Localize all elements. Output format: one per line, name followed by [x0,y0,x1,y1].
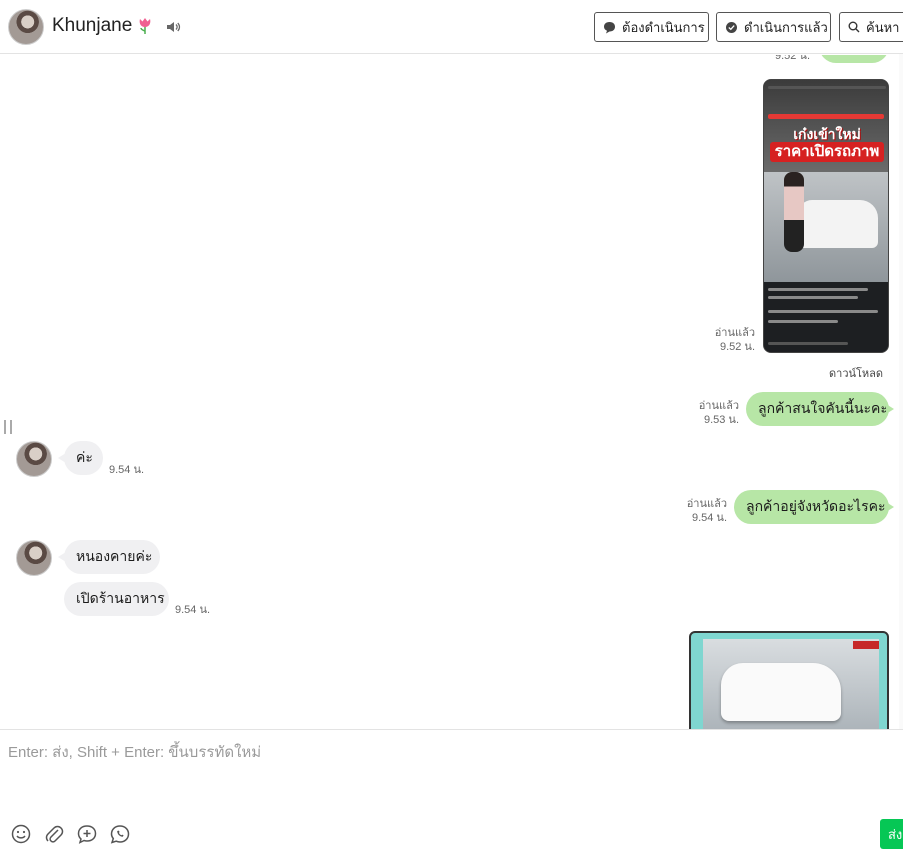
emoji-icon[interactable] [10,823,32,845]
phone-chat-icon[interactable] [109,823,131,845]
image-status-bar [768,86,886,89]
image-message[interactable]: เก๋งเข้าใหม่ ราคาเปิดรถภาพ [763,79,889,353]
attachment-icon[interactable] [43,823,65,845]
message-text: ลูกค้าอยู่จังหวัดอะไรคะ [746,498,886,514]
download-link[interactable]: ดาวน์โหลด [829,364,883,382]
message-time: 9.53 น. [703,414,739,426]
chat-header: Khunjane ต้องดำเนินการ ดำเนินการแล้ว ค้น… [0,0,903,54]
image-caption-line [768,296,858,299]
message-bubble-outgoing[interactable]: ลูกค้าสนใจคันนี้นะคะ [746,392,894,426]
image-caption-line [768,310,878,313]
todo-button[interactable]: ต้องดำเนินการ [594,12,709,42]
image-car [721,663,841,721]
done-button-label: ดำเนินการแล้ว [744,19,828,35]
search-button[interactable]: ค้นหา [839,12,903,42]
message-input[interactable] [0,730,895,810]
message-text: ค่ะ [76,449,93,465]
message-text: ลูกค้าสนใจคันนี้นะคะ [758,400,888,416]
chat-check-icon [726,21,737,33]
search-icon [848,21,860,33]
chat-window: Khunjane ต้องดำเนินการ ดำเนินการแล้ว ค้น… [0,0,903,857]
message-bubble-outgoing[interactable]: ลูกค้าอยู่จังหวัดอะไรคะ [734,490,894,524]
add-chat-icon[interactable] [76,823,98,845]
image-caption-line [768,320,838,323]
contact-avatar[interactable] [8,9,44,45]
speaker-icon[interactable] [165,19,181,35]
chat-bubble-icon [604,21,615,33]
contact-name: Khunjane [52,15,133,36]
search-button-label: ค้นหา [866,19,900,35]
send-button[interactable]: ส่ง [880,819,903,849]
image-banner-strip [768,114,884,119]
message-time: 9.54 น. [109,464,145,476]
message-bubble-partial[interactable] [819,55,889,63]
image-badge [853,641,879,649]
resize-handle[interactable] [4,420,12,434]
image-caption-line [768,288,868,291]
todo-button-label: ต้องดำเนินการ [622,19,705,35]
image-person [784,172,804,252]
message-text: หนองคายค่ะ [76,548,153,564]
message-time: 9.54 น. [175,604,211,616]
message-text: เปิดร้านอาหาร [76,590,165,606]
tulip-icon [139,18,151,34]
contact-avatar-small[interactable] [16,540,52,576]
image-headline-2: ราคาเปิดรถภาพ [770,142,884,162]
message-bubble-incoming[interactable]: หนองคายค่ะ [58,540,160,574]
message-bubble-incoming[interactable]: เปิดร้านอาหาร [64,582,169,616]
image-message[interactable] [689,631,889,729]
read-receipt: อ่านแล้ว [698,400,739,412]
read-receipt: อ่านแล้ว [714,327,755,339]
read-receipt: อ่านแล้ว [686,498,727,510]
message-bubble-incoming[interactable]: ค่ะ [58,441,103,475]
message-time: 9.52 น. [774,55,810,62]
message-time: 9.52 น. [719,341,755,353]
message-composer: ส่ง [0,729,903,857]
contact-avatar-small[interactable] [16,441,52,477]
image-car [798,200,878,248]
message-list[interactable]: 9.52 น. อ่านแล้ว 9.52 น. เก๋งเข้าใหม่ รา… [0,55,903,729]
image-comment-bar [768,342,848,345]
done-button[interactable]: ดำเนินการแล้ว [716,12,831,42]
send-button-label: ส่ง [888,826,903,842]
message-time: 9.54 น. [691,512,727,524]
